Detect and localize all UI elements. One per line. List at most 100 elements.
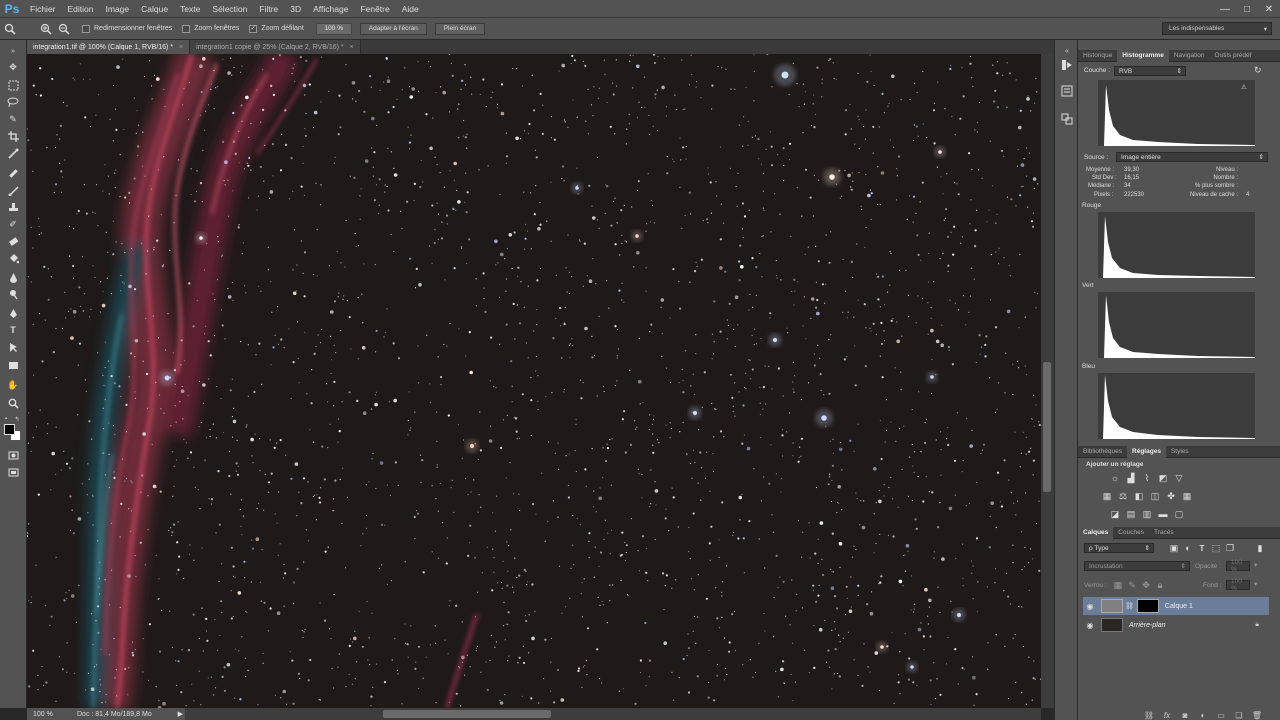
- document-tab-integration1[interactable]: integration1.tif @ 100% (Calque 1, RVB/1…: [27, 40, 191, 54]
- threshold-icon[interactable]: ▥: [1141, 509, 1153, 519]
- hue-saturation-icon[interactable]: ▦: [1101, 491, 1113, 501]
- eyedropper-tool-icon[interactable]: [5, 146, 21, 160]
- blur-tool-icon[interactable]: [5, 270, 21, 284]
- menu-selection[interactable]: Sélection: [206, 0, 253, 18]
- tab-traces[interactable]: Tracés: [1149, 527, 1179, 539]
- menu-filtre[interactable]: Filtre: [253, 0, 284, 18]
- horizontal-scrollbar[interactable]: [185, 708, 1041, 720]
- dock-collapse-icon[interactable]: «: [1060, 44, 1074, 58]
- lasso-tool-icon[interactable]: [5, 95, 21, 109]
- selective-color-icon[interactable]: ▢: [1173, 509, 1185, 519]
- fill-dropdown-icon[interactable]: ▾: [1254, 580, 1257, 588]
- filter-adjustment-icon[interactable]: ◐: [1182, 543, 1194, 553]
- minimize-button[interactable]: —: [1214, 0, 1236, 18]
- tab-couches[interactable]: Couches: [1113, 527, 1149, 539]
- vertical-scroll-thumb[interactable]: [1043, 362, 1051, 492]
- properties-panel-icon[interactable]: [1060, 84, 1074, 98]
- menu-fichier[interactable]: Fichier: [24, 0, 62, 18]
- curves-icon[interactable]: ⌇: [1141, 473, 1153, 483]
- screen-mode-icon[interactable]: [5, 465, 21, 479]
- history-brush-tool-icon[interactable]: ✐: [5, 217, 21, 231]
- filter-pixel-icon[interactable]: ▣: [1168, 543, 1180, 553]
- eraser-tool-icon[interactable]: [5, 234, 21, 248]
- type-tool-icon[interactable]: T: [5, 323, 21, 337]
- mask-link-icon[interactable]: ⛓: [1125, 602, 1134, 610]
- close-button[interactable]: ✕: [1258, 0, 1280, 18]
- tab-reglages[interactable]: Réglages: [1127, 445, 1166, 458]
- visibility-eye-icon[interactable]: ◉: [1083, 621, 1097, 630]
- new-layer-icon[interactable]: ❏: [1234, 710, 1244, 720]
- menu-aide[interactable]: Aide: [396, 0, 425, 18]
- horizontal-scroll-thumb[interactable]: [383, 710, 551, 718]
- filter-toggle-icon[interactable]: ▮: [1254, 543, 1266, 553]
- fit-screen-button[interactable]: Adapter à l'écran: [359, 22, 427, 35]
- menu-fenetre[interactable]: Fenêtre: [354, 0, 395, 18]
- gradient-map-icon[interactable]: ▬: [1157, 509, 1169, 519]
- vibrance-icon[interactable]: ▽: [1173, 473, 1185, 483]
- tab-historique[interactable]: Historique: [1078, 50, 1117, 62]
- tab-histogramme[interactable]: Histogramme: [1117, 49, 1169, 62]
- healing-brush-tool-icon[interactable]: [5, 166, 21, 180]
- layer-row-arriere-plan[interactable]: ◉ Arrière-plan 🔒︎: [1083, 616, 1269, 634]
- fill-field[interactable]: 100 %: [1226, 578, 1250, 592]
- invert-icon[interactable]: ◪: [1109, 509, 1121, 519]
- close-tab-icon[interactable]: ×: [350, 44, 354, 51]
- move-tool-icon[interactable]: ✥: [5, 60, 21, 74]
- resize-windows-checkbox[interactable]: Redimensionner fenêtres: [82, 24, 172, 33]
- tab-styles[interactable]: Styles: [1166, 446, 1194, 458]
- color-lookup-icon[interactable]: ▦: [1181, 491, 1193, 501]
- quick-mask-icon[interactable]: [5, 448, 21, 462]
- menu-texte[interactable]: Texte: [174, 0, 206, 18]
- vertical-scrollbar[interactable]: [1041, 54, 1054, 708]
- marquee-tool-icon[interactable]: [5, 78, 21, 92]
- layer-name[interactable]: Calque 1: [1165, 603, 1193, 610]
- brightness-contrast-icon[interactable]: ☼: [1109, 473, 1121, 483]
- lock-image-icon[interactable]: ✎: [1126, 580, 1138, 590]
- status-menu-arrow-icon[interactable]: ▶: [178, 710, 183, 718]
- close-tab-icon[interactable]: ×: [179, 44, 183, 51]
- opacity-field[interactable]: 100 %: [1226, 559, 1250, 573]
- zoom-value-field[interactable]: 100 %: [315, 22, 352, 35]
- menu-3d[interactable]: 3D: [284, 0, 307, 18]
- rectangle-tool-icon[interactable]: [5, 358, 21, 372]
- zoom-tool-box-icon[interactable]: [5, 396, 21, 410]
- zoom-out-icon[interactable]: [56, 21, 72, 37]
- zoom-in-icon[interactable]: [38, 21, 54, 37]
- new-adjustment-layer-icon[interactable]: ◐: [1198, 710, 1208, 720]
- history-panel-icon[interactable]: [1060, 58, 1074, 72]
- menu-calque[interactable]: Calque: [135, 0, 174, 18]
- dodge-tool-icon[interactable]: [5, 287, 21, 301]
- image-canvas[interactable]: [27, 54, 1041, 708]
- blend-mode-select[interactable]: Incrustation ⇕: [1084, 561, 1190, 571]
- source-select[interactable]: Image entière ⇕: [1116, 152, 1268, 162]
- layer-name[interactable]: Arrière-plan: [1129, 622, 1166, 629]
- layer-row-calque-1[interactable]: ◉ ⛓ Calque 1: [1083, 597, 1269, 615]
- maximize-button[interactable]: □: [1236, 0, 1258, 18]
- scrubby-zoom-checkbox[interactable]: ✓ Zoom défilant: [249, 24, 304, 33]
- cache-warning-icon[interactable]: ⚠: [1241, 83, 1247, 91]
- black-white-icon[interactable]: ◧: [1133, 491, 1145, 501]
- toolbox-collapse-icon[interactable]: »: [5, 44, 21, 58]
- clone-stamp-tool-icon[interactable]: [5, 200, 21, 214]
- pen-tool-icon[interactable]: [5, 306, 21, 320]
- quick-selection-tool-icon[interactable]: ✎: [5, 112, 21, 126]
- menu-affichage[interactable]: Affichage: [307, 0, 354, 18]
- workspace-select[interactable]: Les indispensables ▾: [1162, 22, 1272, 35]
- filter-type-icon[interactable]: T: [1196, 543, 1208, 553]
- filter-shape-icon[interactable]: ⬚: [1210, 543, 1222, 553]
- lock-all-icon[interactable]: 🔒︎: [1154, 580, 1166, 590]
- layer-filter-select[interactable]: ρ Type ⇕: [1084, 543, 1154, 553]
- path-selection-tool-icon[interactable]: [5, 340, 21, 354]
- tab-calques[interactable]: Calques: [1078, 526, 1114, 539]
- brush-tool-icon[interactable]: [5, 183, 21, 197]
- document-tab-integration1-copie[interactable]: integration1 copie @ 25% (Calque 2, RVB/…: [190, 40, 361, 54]
- channel-select[interactable]: RVB ⇕: [1114, 66, 1186, 76]
- tab-navigation[interactable]: Navigation: [1169, 50, 1210, 62]
- color-balance-icon[interactable]: ⚖: [1117, 491, 1129, 501]
- exposure-icon[interactable]: ◩: [1157, 473, 1169, 483]
- foreground-color-swatch[interactable]: [4, 424, 15, 435]
- layer-style-icon[interactable]: fx: [1162, 710, 1172, 720]
- tab-outils-predef[interactable]: Outils prédéf: [1210, 50, 1257, 62]
- filter-smart-object-icon[interactable]: ❐: [1224, 543, 1236, 553]
- lock-position-icon[interactable]: ✥: [1140, 580, 1152, 590]
